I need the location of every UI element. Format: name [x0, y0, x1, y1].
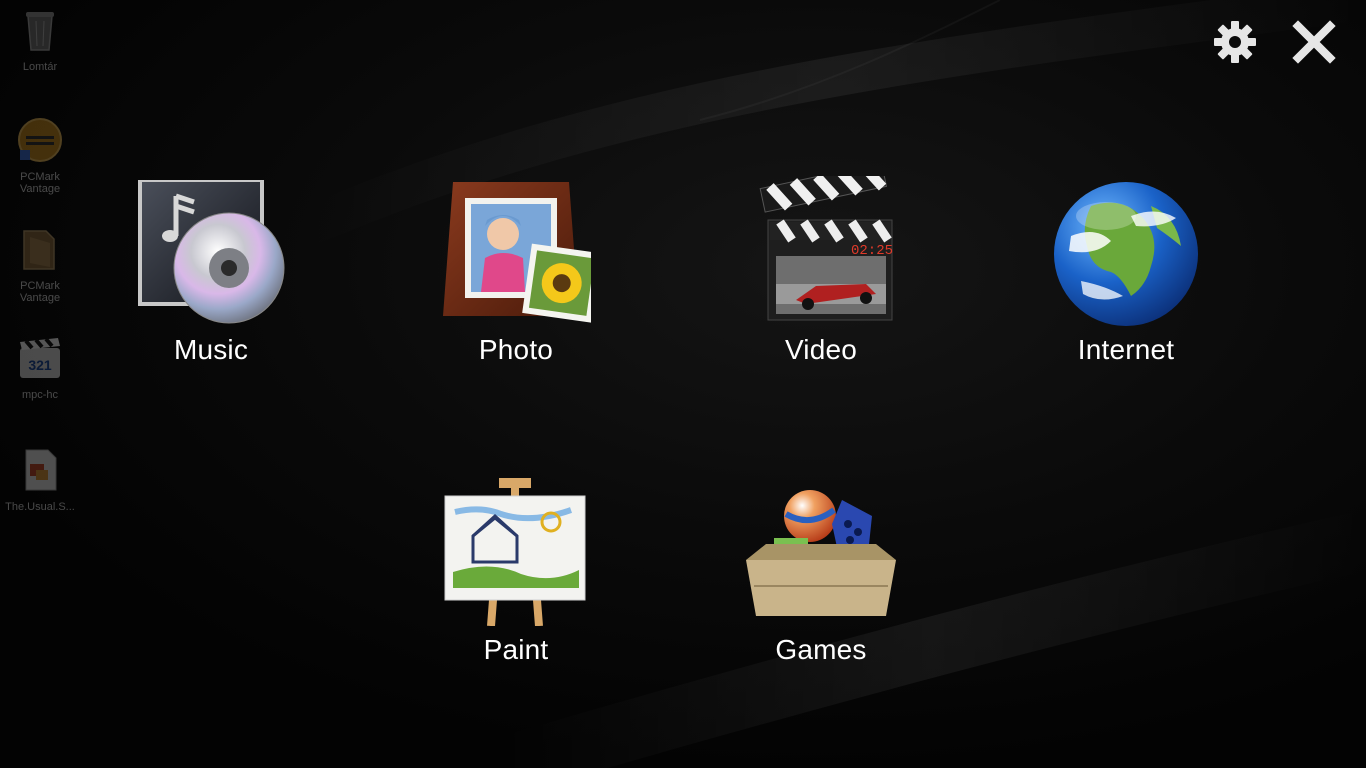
desktop-icon-label: The.Usual.S...	[5, 501, 75, 513]
svg-text:321: 321	[28, 357, 52, 373]
recycle-bin-icon	[26, 12, 54, 51]
tile-label: Photo	[478, 334, 554, 365]
tile-label: Paint	[483, 634, 549, 665]
desktop-icon-label: Lomtár	[22, 61, 58, 73]
tile-photo[interactable]: Photo	[416, 176, 616, 386]
tile-label: Games	[775, 634, 867, 665]
tile-label: Music	[173, 334, 249, 365]
desktop-icon-document[interactable]: The.Usual.S...	[0, 446, 80, 513]
toy-box-icon	[746, 490, 896, 616]
close-icon	[1292, 20, 1336, 64]
tile-label: Internet	[1077, 334, 1175, 365]
desktop-icon-label: PCMark Vantage	[19, 280, 61, 304]
svg-text:02:25:01: 02:25:01	[851, 243, 896, 259]
media-player-icon: 321	[20, 337, 60, 378]
document-icon	[25, 449, 57, 491]
tile-music[interactable]: Music	[111, 176, 311, 386]
easel-icon	[444, 478, 586, 626]
desktop-icon-recycle-bin[interactable]: Lomtár	[0, 6, 80, 73]
close-button[interactable]	[1290, 18, 1338, 66]
desktop-icon-label: PCMark Vantage	[19, 171, 61, 195]
settings-button[interactable]	[1211, 18, 1259, 66]
clapperboard-icon: 02:25:01	[759, 176, 896, 321]
desktop-icon-mpc-hc[interactable]: 321 mpc-hc	[0, 334, 80, 401]
gear-icon	[1214, 21, 1256, 63]
globe-icon	[1054, 182, 1198, 326]
desktop-icon-pcmark[interactable]: PCMark Vantage	[0, 116, 80, 195]
desktop-icon-pcmark-folder[interactable]: PCMark Vantage	[0, 225, 80, 304]
desktop-icon-label: mpc-hc	[21, 389, 59, 401]
desktop-icons: Lomtár PCMark Vantage PCMark Vantage 321…	[0, 0, 80, 768]
pcmark-app-icon	[18, 118, 62, 162]
music-cd-icon	[138, 180, 285, 324]
tile-video[interactable]: 02:25:01 Video	[721, 176, 921, 386]
tile-games[interactable]: Games	[721, 476, 921, 686]
photo-frame-icon	[443, 182, 591, 323]
media-launcher-screen: Lomtár PCMark Vantage PCMark Vantage 321…	[0, 0, 1366, 768]
tile-internet[interactable]: Internet	[1026, 176, 1226, 386]
tile-label: Video	[784, 334, 858, 365]
folder-icon	[23, 230, 55, 270]
tile-paint[interactable]: Paint	[416, 476, 616, 686]
